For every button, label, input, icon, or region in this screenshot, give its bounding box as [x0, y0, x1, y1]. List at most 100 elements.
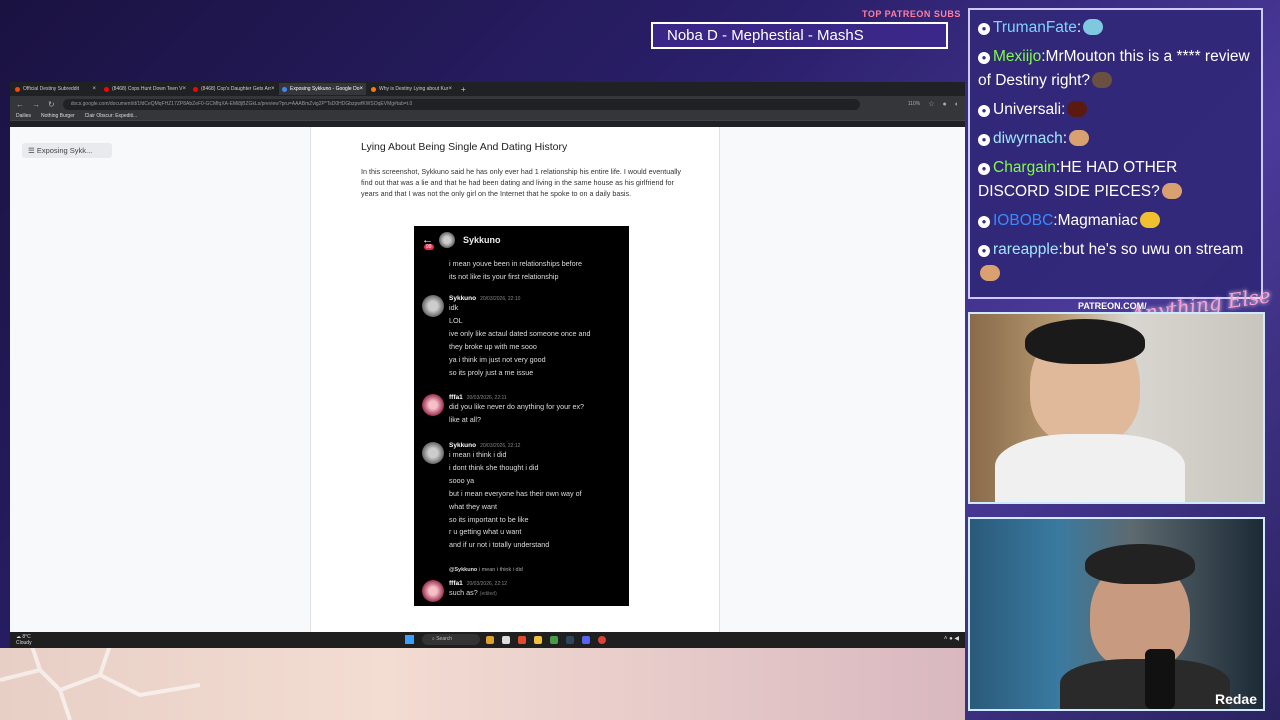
steam-icon[interactable]: [566, 635, 574, 644]
avatar: [439, 232, 455, 248]
message-meta: fffa1 20/03/2026, 22:11: [449, 394, 622, 401]
top-patreon-subs-label: TOP PATREON SUBS: [862, 9, 961, 19]
reply-reference: @Sykkuno i mean i think i did: [422, 567, 622, 573]
document-outline-chip[interactable]: ☰ Exposing Sykk...: [22, 143, 112, 158]
chrome-icon[interactable]: [598, 635, 606, 644]
close-icon[interactable]: ×: [183, 86, 187, 92]
chat-username: IOBOBC: [993, 212, 1054, 229]
chat-bullet-icon: ●: [978, 245, 990, 257]
message-line: but i mean everyone has their own way of: [449, 488, 582, 498]
app-icon[interactable]: [550, 635, 558, 644]
discord-screenshot-image: ← Sykkuno 99 i mean youve been in relati…: [414, 226, 629, 606]
message-line: so its proly just a me issue: [449, 367, 534, 377]
emote-icon: [980, 265, 1000, 281]
avatar: [422, 442, 444, 464]
zoom-indicator[interactable]: 110%: [908, 101, 920, 107]
tab-destiny-lying[interactable]: Why is Destiny Lying about Kur ×: [368, 83, 455, 95]
emote-icon: [1069, 130, 1090, 146]
message-line: r u getting what u want: [449, 527, 522, 537]
new-tab-button[interactable]: +: [461, 85, 466, 94]
profile-icon[interactable]: ◐: [955, 101, 959, 108]
webcam-feed-2: Redae: [968, 517, 1265, 711]
edited-tag: (edited): [479, 591, 497, 597]
weather-desc: Cloudy: [16, 640, 32, 646]
discord-icon[interactable]: [582, 635, 590, 644]
file-explorer-icon[interactable]: [534, 635, 542, 644]
search-label: Search: [436, 636, 453, 642]
extensions-icon[interactable]: ●: [943, 101, 947, 108]
message-group: Sykkuno 20/03/2026, 22:12 i mean i think …: [422, 442, 622, 552]
notification-badge: 99: [424, 244, 434, 250]
message-group: fffa1 20/03/2026, 22:12 such as? (edited): [422, 580, 622, 602]
message-line: like at all?: [449, 414, 481, 424]
chat-bullet-icon: ●: [978, 163, 990, 175]
emote-icon: [1092, 72, 1112, 88]
chat-bullet-icon: ●: [978, 52, 990, 64]
site-icon: [371, 86, 376, 92]
close-icon[interactable]: ×: [448, 86, 452, 92]
chat-message: ● diwyrnach:: [978, 127, 1253, 151]
chat-text: but he's so uwu on stream: [1062, 241, 1244, 258]
message-meta: Sykkuno 20/03/2026, 22:10: [449, 295, 622, 302]
app-icon[interactable]: [486, 635, 494, 644]
chat-bullet-icon: ●: [978, 216, 990, 228]
webcam-feed-1: [968, 312, 1265, 504]
system-tray[interactable]: ˄ ● ◀: [944, 635, 959, 642]
chat-username: TrumanFate: [993, 19, 1077, 36]
author: fffa1: [449, 394, 463, 401]
address-bar-row: ← → ↻ docs.google.com/document/d/1fdCeQM…: [10, 96, 965, 112]
browser-window: Official Destiny Subreddit × (8468) Cops …: [10, 82, 965, 648]
tab-label: (8468) Cops Hunt Down Teen V: [112, 86, 183, 92]
forward-arrow-icon[interactable]: →: [32, 100, 40, 109]
windows-taskbar: ☁ 8°C Cloudy ⌕ Search ˄ ● ◀: [10, 632, 965, 648]
bookmark-nothing-burger[interactable]: Nothing Burger: [41, 113, 75, 119]
chat-bullet-icon: ●: [978, 23, 990, 35]
bookmark-dailies[interactable]: Dailies: [16, 113, 31, 119]
close-icon[interactable]: ×: [271, 86, 275, 92]
reply-text: i mean i think i did: [478, 567, 523, 573]
author: Sykkuno: [449, 442, 477, 449]
reload-icon[interactable]: ↻: [48, 100, 55, 109]
browser-icon[interactable]: [518, 635, 526, 644]
tab-label: Exposing Sykkuno - Google Do: [290, 86, 360, 92]
taskbar-search[interactable]: ⌕ Search: [422, 634, 480, 645]
timestamp: 20/03/2026, 22:10: [480, 296, 521, 302]
chat-username: Chargain: [993, 159, 1056, 176]
chat-username: rareapple: [993, 241, 1059, 258]
volume-icon[interactable]: ◀: [954, 636, 959, 642]
close-icon[interactable]: ×: [92, 86, 96, 92]
message-line: i mean i think i did: [449, 450, 507, 459]
task-view-icon[interactable]: [502, 635, 510, 644]
tab-strip: Official Destiny Subreddit × (8468) Cops …: [10, 82, 965, 96]
bookmark-star-icon[interactable]: ☆: [928, 100, 934, 108]
dm-username: Sykkuno: [463, 235, 501, 245]
youtube-icon: [193, 86, 198, 92]
tab-youtube-cops-daughter[interactable]: (8468) Cop's Daughter Gets Arr ×: [190, 83, 277, 95]
windows-start-icon[interactable]: [405, 635, 414, 644]
streamer-hair: [1025, 319, 1145, 364]
url-field[interactable]: docs.google.com/document/d/1fdCeQMqFHZ17…: [62, 98, 860, 110]
wallpaper-crack-lines: [0, 640, 200, 720]
bookmark-clair-obscur[interactable]: Clair Obscur: Expediti...: [85, 113, 138, 119]
close-icon[interactable]: ×: [359, 86, 363, 92]
microphone-icon[interactable]: ●: [949, 636, 953, 642]
google-doc-viewport[interactable]: ☰ Exposing Sykk... Lying About Being Sin…: [10, 127, 965, 632]
message-line: i mean youve been in relationships befor…: [449, 259, 583, 268]
tab-exposing-sykkuno[interactable]: Exposing Sykkuno - Google Do ×: [279, 83, 366, 95]
weather-widget[interactable]: ☁ 8°C Cloudy: [16, 634, 76, 646]
tab-youtube-cops-hunt[interactable]: (8468) Cops Hunt Down Teen V ×: [101, 83, 188, 95]
chat-text: Magmaniac: [1057, 212, 1138, 229]
message-line: did you like never do anything for your …: [449, 402, 585, 411]
emote-icon: [1161, 183, 1182, 199]
tab-label: Why is Destiny Lying about Kur: [379, 86, 449, 92]
message-group: Sykkuno 20/03/2026, 22:10 idk LOL ive onl…: [422, 295, 622, 379]
chat-username: Universali: [993, 101, 1062, 118]
tray-chevron-icon[interactable]: ˄: [944, 636, 948, 642]
message-meta: fffa1 20/03/2026, 22:12: [449, 580, 622, 587]
emote-icon: [1067, 101, 1088, 117]
tab-destiny-subreddit[interactable]: Official Destiny Subreddit ×: [12, 83, 99, 95]
emote-icon: [1139, 212, 1160, 228]
back-arrow-icon[interactable]: ←: [16, 100, 24, 109]
chat-message: ● TrumanFate:: [978, 16, 1253, 40]
reddit-icon: [15, 86, 20, 92]
